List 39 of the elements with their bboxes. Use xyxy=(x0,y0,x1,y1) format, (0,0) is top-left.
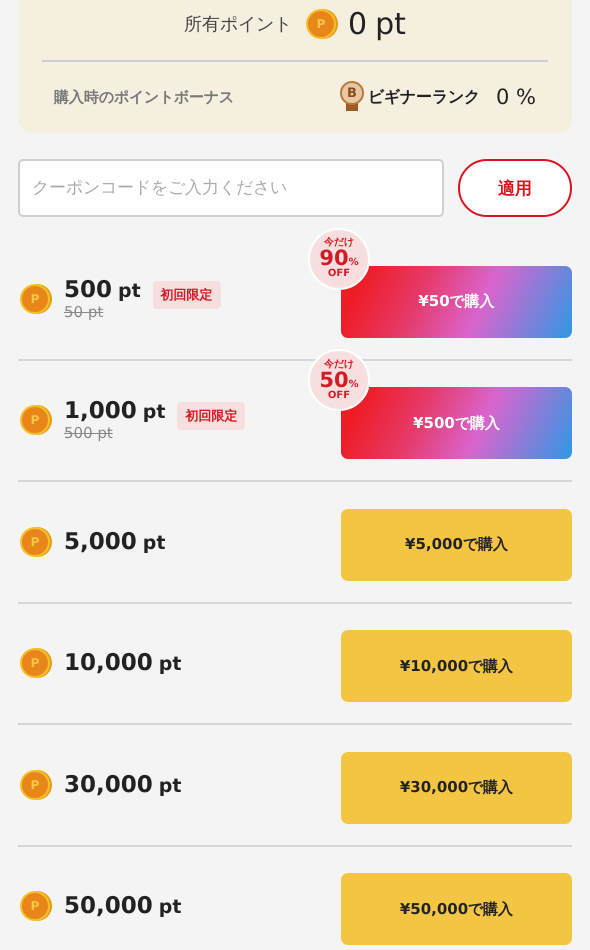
points-unit: pt xyxy=(158,774,182,797)
coin-icon: P xyxy=(20,284,50,314)
coin-icon: P xyxy=(306,9,336,39)
bonus-label: 購入時のポイントボーナス xyxy=(54,88,235,106)
original-points: 500 pt xyxy=(64,424,113,442)
buy-button[interactable]: ¥10,000で購入 xyxy=(341,630,572,702)
rank-name: ビギナーランク xyxy=(368,86,480,108)
first-time-tag: 初回限定 xyxy=(152,280,221,309)
points-unit: pt xyxy=(158,896,182,918)
apply-button[interactable]: 適用 xyxy=(458,159,572,217)
bonus-rate: 0 % xyxy=(496,85,536,109)
coin-icon: P xyxy=(20,526,50,557)
points-unit: pt xyxy=(158,653,182,676)
first-time-tag: 初回限定 xyxy=(177,402,246,430)
buy-button[interactable]: ¥5,000で購入 xyxy=(341,508,572,581)
coin-icon: P xyxy=(20,770,50,800)
points-amount: 30,000 xyxy=(64,772,153,798)
original-points: 50 pt xyxy=(64,302,104,321)
buy-button[interactable]: ¥30,000で購入 xyxy=(341,752,572,824)
discount-caption: 今だけ xyxy=(324,238,354,248)
balance-label: 所有ポイント xyxy=(184,13,292,36)
percent-sign: % xyxy=(348,258,359,268)
points-unit: pt xyxy=(118,280,141,302)
coin-icon: P xyxy=(20,648,50,678)
coin-icon: P xyxy=(20,405,50,436)
balance-amount: 0 xyxy=(348,6,368,42)
points-amount: 500 xyxy=(64,276,112,303)
discount-caption: 今だけ xyxy=(324,360,354,370)
coin-icon: P xyxy=(20,891,50,922)
balance-unit: pt xyxy=(375,6,406,42)
points-unit: pt xyxy=(142,401,166,424)
points-unit: pt xyxy=(142,532,166,554)
percent-sign: % xyxy=(348,380,359,390)
points-amount: 1,000 xyxy=(64,398,137,424)
buy-button[interactable]: ¥50,000で購入 xyxy=(341,873,572,946)
points-amount: 5,000 xyxy=(64,528,137,555)
points-amount: 10,000 xyxy=(64,650,153,676)
points-amount: 50,000 xyxy=(64,893,153,920)
coupon-field[interactable]: クーポンコードをご入力ください xyxy=(18,159,444,217)
